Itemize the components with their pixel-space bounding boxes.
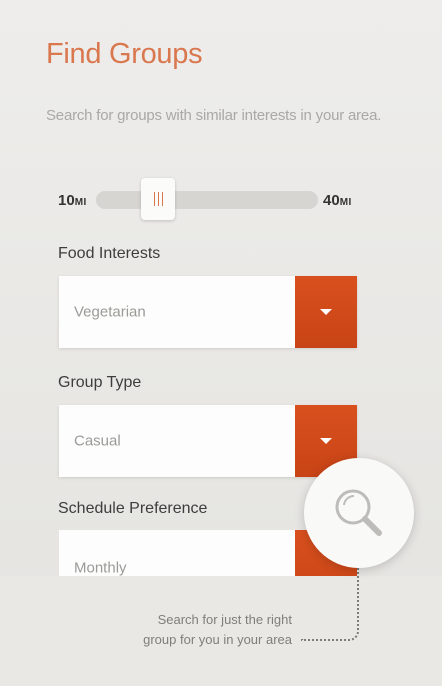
chevron-down-icon [320, 309, 332, 315]
distance-slider-handle[interactable] [141, 178, 176, 220]
chevron-down-icon [320, 438, 332, 444]
food-interests-label: Food Interests [58, 245, 161, 262]
grip-icon [153, 192, 163, 206]
distance-max-unit: MI [339, 197, 352, 208]
food-interests-dropdown-button[interactable] [295, 276, 357, 348]
group-type-value: Casual [74, 432, 121, 450]
callout-line-2: group for you in your area [143, 632, 292, 647]
schedule-preference-value: Monthly [74, 559, 127, 577]
distance-min-label: 10MI [58, 192, 87, 209]
page-subtitle: Search for groups with similar interests… [46, 107, 382, 124]
schedule-preference-label: Schedule Preference [58, 500, 208, 517]
search-icon [335, 489, 382, 536]
distance-slider-track[interactable] [96, 191, 318, 209]
distance-min-unit: MI [74, 197, 87, 208]
search-button[interactable] [304, 458, 414, 568]
distance-min-value: 10 [58, 192, 75, 209]
distance-max-value: 40 [323, 192, 340, 209]
dotted-connector [301, 565, 359, 641]
callout-line-1: Search for just the right [157, 612, 292, 627]
distance-max-label: 40MI [323, 192, 352, 209]
group-type-select[interactable]: Casual [59, 405, 357, 477]
food-interests-select[interactable]: Vegetarian [59, 276, 357, 348]
page-title: Find Groups [46, 38, 203, 70]
food-interests-value: Vegetarian [74, 303, 146, 321]
find-groups-screen: Find Groups Search for groups with simil… [0, 0, 442, 686]
search-callout: Search for just the right group for you … [120, 610, 292, 650]
group-type-label: Group Type [58, 374, 142, 391]
